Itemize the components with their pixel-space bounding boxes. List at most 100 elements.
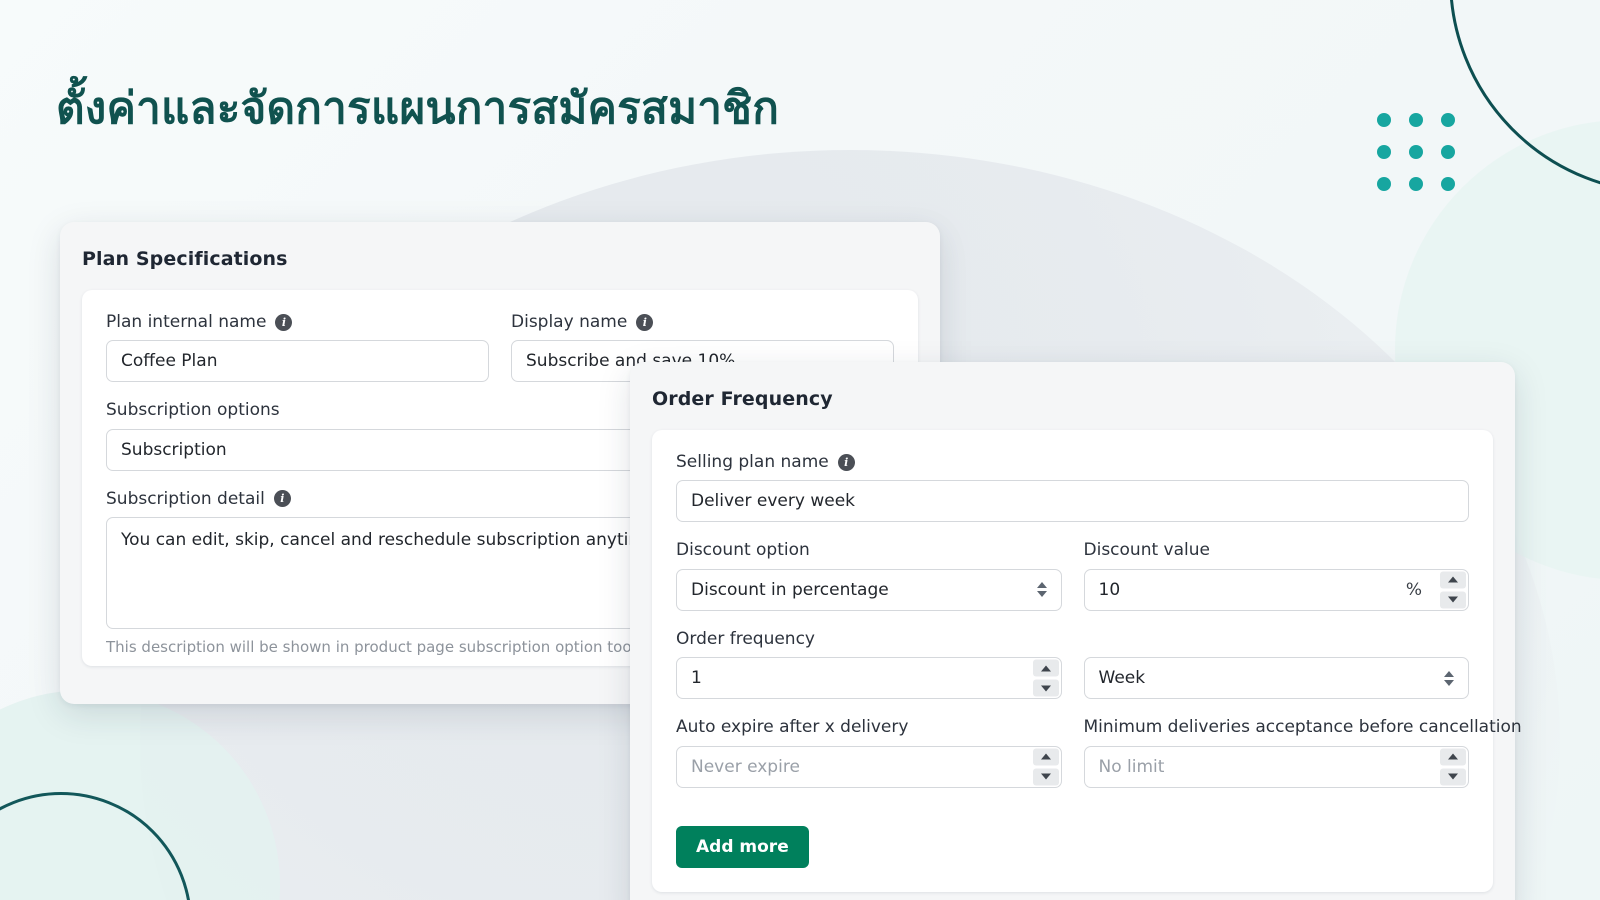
auto-expire-field: Auto expire after x delivery Never expir… (676, 717, 1062, 788)
minimum-deliveries-field: Minimum deliveries acceptance before can… (1083, 717, 1522, 805)
discount-value-label: Discount value (1083, 540, 1210, 561)
dot (1441, 177, 1455, 191)
dot (1441, 145, 1455, 159)
limits-row: Auto expire after x delivery Never expir… (676, 717, 1522, 805)
discount-value-decrement-button[interactable] (1440, 591, 1466, 609)
minimum-deliveries-input[interactable]: No limit (1083, 745, 1469, 788)
auto-expire-input[interactable]: Never expire (676, 745, 1062, 788)
discount-row: Discount option Discount in percentage D… (676, 540, 1469, 628)
discount-option-field: Discount option Discount in percentage (676, 540, 1062, 611)
dot (1409, 145, 1423, 159)
order-frequency-decrement-button[interactable] (1032, 679, 1059, 697)
caret-down-icon (1448, 596, 1458, 603)
caret-down-icon (1448, 773, 1458, 780)
discount-value-value: 10 (1098, 579, 1121, 600)
auto-expire-placeholder: Never expire (691, 756, 800, 777)
circle-outline-icon-bottom-left (0, 792, 192, 900)
selling-plan-name-label-row: Selling plan name i (676, 452, 1469, 472)
minimum-deliveries-increment-button[interactable] (1440, 748, 1466, 766)
order-frequency-spinner (1032, 659, 1059, 697)
plan-internal-name-input[interactable]: Coffee Plan (106, 340, 489, 383)
caret-up-icon (1040, 753, 1051, 760)
frequency-unit-label (1084, 629, 1089, 649)
caret-down-icon (1040, 685, 1051, 692)
chevron-updown-icon (1036, 582, 1047, 598)
subscription-detail-value: You can edit, skip, cancel and reschedul… (121, 530, 656, 551)
discount-option-label: Discount option (676, 540, 810, 561)
order-frequency-increment-button[interactable] (1032, 659, 1059, 677)
order-frequency-value: 1 (691, 668, 702, 689)
discount-value-suffix: % (1405, 579, 1422, 600)
frequency-unit-value: Week (1098, 668, 1146, 689)
background-circle-mint-bottom-left (0, 690, 280, 900)
info-icon[interactable]: i (837, 453, 855, 471)
add-more-button[interactable]: Add more (676, 825, 809, 868)
plan-specifications-title: Plan Specifications (82, 248, 288, 270)
selling-plan-name-input[interactable]: Deliver every week (676, 480, 1469, 523)
dot (1409, 177, 1423, 191)
auto-expire-label: Auto expire after x delivery (676, 717, 909, 738)
page-root: ตั้งค่าและจัดการแผนการสมัครสมาชิก Plan S… (0, 0, 1600, 900)
order-frequency-row: Order frequency 1 Week (676, 629, 1469, 717)
frequency-unit-select[interactable]: Week (1083, 657, 1469, 700)
discount-value-label-row: Discount value (1084, 540, 1470, 560)
minimum-deliveries-label-row: Minimum deliveries acceptance before can… (1084, 717, 1522, 737)
dots-grid-3x3-icon (1377, 113, 1455, 191)
minimum-deliveries-spinner (1440, 748, 1466, 786)
caret-down-icon (1040, 773, 1051, 780)
frequency-unit-label-row (1084, 629, 1470, 649)
dot (1377, 177, 1391, 191)
order-frequency-field: Order frequency 1 (676, 629, 1062, 700)
auto-expire-label-row: Auto expire after x delivery (676, 717, 1062, 737)
order-frequency-card: Order Frequency Selling plan name i Deli… (630, 362, 1522, 900)
caret-up-icon (1448, 753, 1458, 760)
discount-value-stepper: 10 % (1083, 568, 1469, 611)
order-frequency-label-row: Order frequency (676, 629, 1062, 649)
page-title: ตั้งค่าและจัดการแผนการสมัครสมาชิก (56, 83, 780, 135)
plan-internal-name-label: Plan internal name (106, 312, 267, 332)
subscription-options-value: Subscription (121, 439, 227, 460)
plan-internal-name-field: Plan internal name i Coffee Plan (106, 312, 489, 383)
discount-value-field: Discount value 10 % (1083, 540, 1470, 628)
order-frequency-input[interactable]: 1 (676, 657, 1062, 700)
dot (1441, 113, 1455, 127)
auto-expire-spinner (1032, 748, 1059, 786)
chevron-updown-icon (1444, 670, 1454, 686)
discount-value-increment-button[interactable] (1440, 571, 1466, 589)
info-icon[interactable]: i (273, 490, 291, 508)
selling-plan-name-field: Selling plan name i Deliver every week (676, 452, 1469, 523)
caret-up-icon (1040, 665, 1051, 672)
subscription-options-label: Subscription options (106, 400, 280, 421)
minimum-deliveries-placeholder: No limit (1098, 756, 1165, 777)
info-icon[interactable]: i (636, 313, 654, 331)
auto-expire-decrement-button[interactable] (1032, 768, 1059, 786)
discount-value-spinner (1440, 571, 1466, 609)
order-frequency-stepper: 1 (676, 657, 1062, 700)
auto-expire-stepper: Never expire (676, 745, 1062, 788)
order-frequency-title: Order Frequency (652, 388, 833, 410)
auto-expire-increment-button[interactable] (1032, 748, 1059, 766)
dot (1377, 113, 1391, 127)
discount-option-select[interactable]: Discount in percentage (676, 568, 1062, 611)
subscription-detail-label: Subscription detail (106, 488, 265, 509)
discount-option-label-row: Discount option (676, 540, 1062, 560)
selling-plan-name-value: Deliver every week (691, 491, 856, 512)
display-name-label: Display name (511, 312, 628, 332)
dot (1409, 113, 1423, 127)
selling-plan-name-label: Selling plan name (676, 452, 829, 472)
caret-up-icon (1448, 576, 1458, 583)
plan-internal-name-label-row: Plan internal name i (106, 312, 489, 332)
frequency-unit-field: Week (1083, 629, 1470, 717)
info-icon[interactable]: i (275, 313, 293, 331)
minimum-deliveries-stepper: No limit (1083, 745, 1469, 788)
discount-option-value: Discount in percentage (691, 579, 889, 600)
plan-internal-name-value: Coffee Plan (121, 351, 218, 372)
display-name-label-row: Display name i (511, 312, 894, 332)
circle-outline-icon-top-right (1449, 0, 1600, 194)
order-frequency-label: Order frequency (676, 628, 815, 649)
minimum-deliveries-label: Minimum deliveries acceptance before can… (1083, 717, 1522, 738)
discount-value-input[interactable]: 10 % (1083, 568, 1469, 611)
order-frequency-body: Selling plan name i Deliver every week D… (652, 430, 1522, 892)
dot (1377, 145, 1391, 159)
minimum-deliveries-decrement-button[interactable] (1440, 768, 1466, 786)
